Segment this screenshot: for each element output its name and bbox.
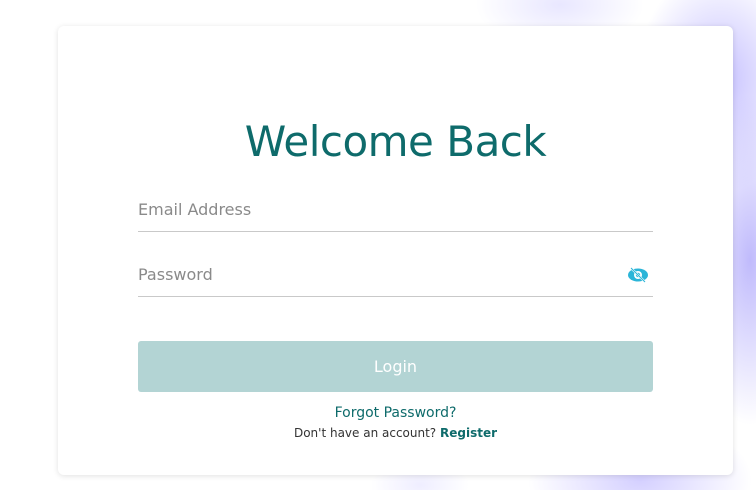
register-prompt: Don't have an account? Register [58, 426, 733, 440]
email-field [138, 187, 653, 232]
eye-slash-icon [628, 267, 648, 283]
password-input[interactable] [138, 252, 653, 296]
register-prompt-text: Don't have an account? [293, 426, 437, 440]
forgot-password-link[interactable]: Forgot Password? [58, 405, 733, 421]
toggle-password-visibility-icon[interactable] [627, 267, 649, 283]
page-title: Welcome Back [244, 117, 547, 166]
login-card: Welcome Back Login Forgot Password? Don'… [58, 26, 733, 475]
password-field [138, 252, 653, 297]
email-input[interactable] [138, 187, 653, 231]
login-button[interactable]: Login [138, 341, 653, 392]
register-link[interactable]: Register [440, 426, 497, 440]
